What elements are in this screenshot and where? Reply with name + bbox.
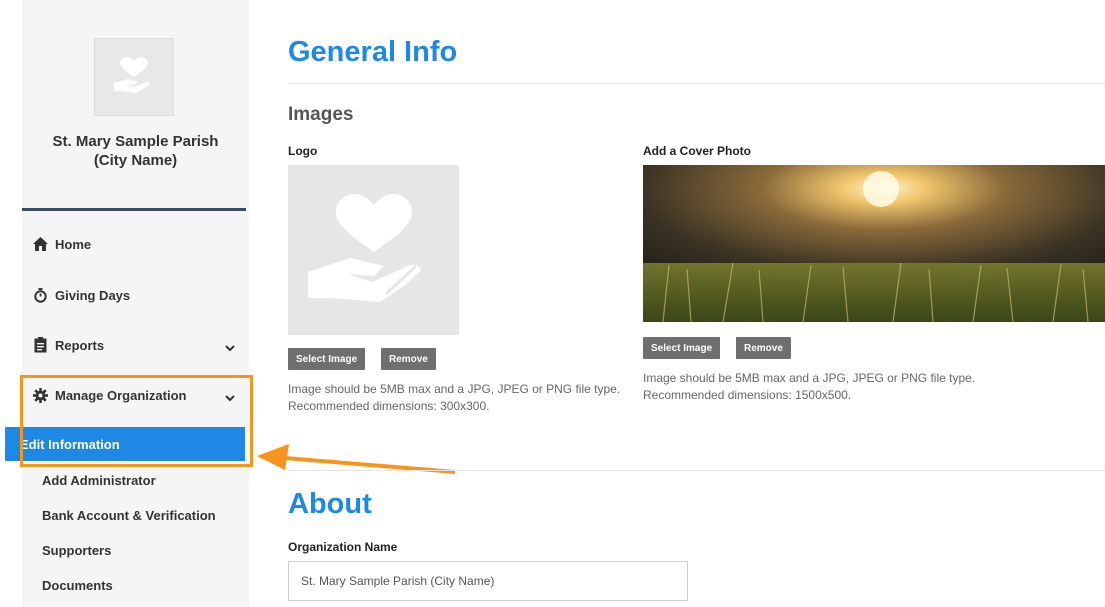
sidebar-item-home[interactable]: Home: [22, 226, 249, 262]
home-icon: [32, 236, 48, 252]
heart-hand-icon: [114, 57, 150, 93]
sidebar-divider: [22, 208, 246, 211]
org-name-input-value: St. Mary Sample Parish (City Name): [301, 574, 495, 588]
sidebar-subitem-label: Documents: [42, 578, 113, 593]
sidebar-subitem-label: Add Administrator: [42, 473, 156, 488]
chevron-down-icon: [225, 390, 235, 405]
divider: [288, 83, 1105, 84]
sidebar-item-reports[interactable]: Reports: [22, 327, 249, 363]
org-name-label: Organization Name: [288, 540, 398, 554]
sidebar-subitem-edit-information[interactable]: Edit Information: [5, 427, 245, 461]
sidebar-subitem-label: Bank Account & Verification: [42, 508, 216, 523]
sidebar-subitem-documents[interactable]: Documents: [22, 569, 249, 602]
cover-photo: [643, 165, 1105, 322]
page-title: General Info: [288, 36, 458, 68]
org-logo: [94, 38, 174, 116]
sidebar-subitem-label: Supporters: [42, 543, 112, 558]
sidebar-item-manage-organization[interactable]: Manage Organization: [22, 377, 249, 413]
about-title: About: [288, 488, 372, 520]
logo-help-text: Image should be 5MB max and a JPG, JPEG …: [288, 382, 621, 413]
cover-remove-button[interactable]: Remove: [736, 337, 791, 359]
sidebar-item-label: Manage Organization: [55, 387, 187, 403]
sidebar-subitem-add-administrator[interactable]: Add Administrator: [22, 464, 249, 497]
sidebar-item-giving-days[interactable]: Giving Days: [22, 277, 249, 313]
logo-select-image-button[interactable]: Select Image: [288, 348, 366, 370]
org-name-input[interactable]: St. Mary Sample Parish (City Name): [288, 561, 688, 601]
cover-photo-label: Add a Cover Photo: [643, 144, 752, 158]
chevron-down-icon: [225, 340, 235, 355]
org-name-text: St. Mary Sample Parish (City Name): [52, 133, 219, 169]
org-name: St. Mary Sample Parish (City Name): [22, 132, 249, 170]
sidebar-item-label: Giving Days: [55, 287, 131, 303]
sidebar-subitem-label: Edit Information: [20, 436, 120, 452]
sidebar-item-label: Home: [55, 236, 92, 252]
sidebar-item-label: Reports: [55, 337, 105, 353]
main-content: General Info Images Logo Select Image Re…: [258, 0, 1105, 607]
images-heading: Images: [288, 104, 354, 125]
logo-remove-button[interactable]: Remove: [381, 348, 436, 370]
sidebar-subitem-bank-account[interactable]: Bank Account & Verification: [22, 499, 249, 532]
sidebar-subitem-supporters[interactable]: Supporters: [22, 534, 249, 567]
stopwatch-icon: [32, 287, 48, 303]
cover-select-image-button[interactable]: Select Image: [643, 337, 721, 359]
divider: [288, 470, 1105, 471]
gear-icon: [32, 387, 48, 403]
logo-placeholder: [288, 165, 459, 335]
cover-help-text: Image should be 5MB max and a JPG, JPEG …: [643, 371, 976, 402]
logo-label: Logo: [288, 144, 318, 158]
clipboard-icon: [32, 337, 48, 353]
heart-hand-icon: [307, 194, 427, 302]
cover-photo-image: [643, 165, 1105, 322]
